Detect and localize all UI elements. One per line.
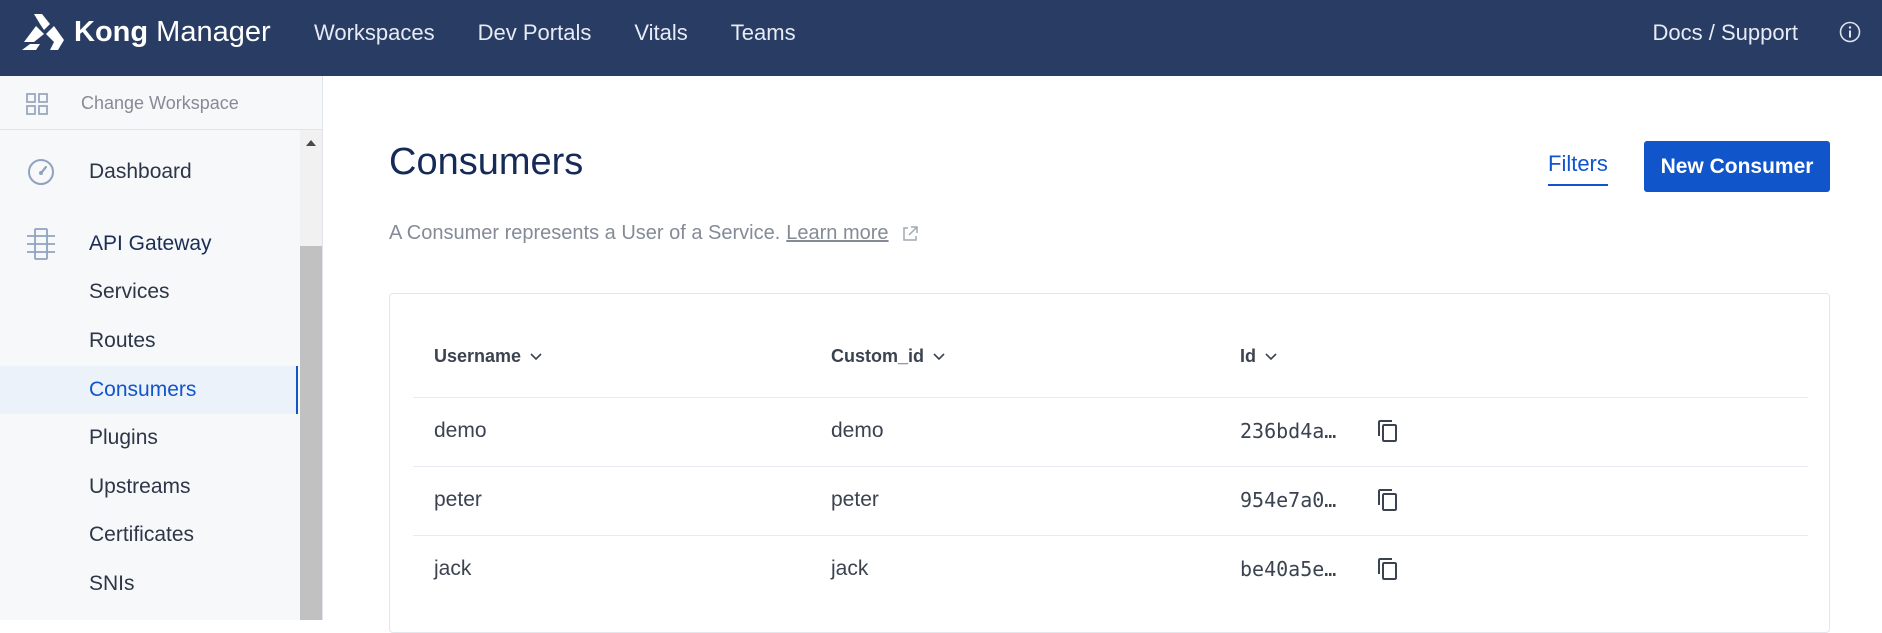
sidebar-item-label: Plugins (89, 426, 158, 449)
sidebar-item-plugins[interactable]: Plugins (0, 414, 298, 462)
change-workspace-label: Change Workspace (81, 93, 239, 113)
column-header-label: Id (1240, 346, 1256, 366)
nav-workspaces[interactable]: Workspaces (314, 20, 435, 46)
column-header-custom-id[interactable]: Custom_id (831, 346, 945, 367)
cell-username: jack (434, 557, 472, 580)
gauge-icon (28, 159, 54, 185)
sidebar-item-services[interactable]: Services (0, 268, 298, 316)
kong-logo-icon (22, 14, 64, 50)
table-row[interactable]: jack jack be40a5e… (413, 535, 1808, 604)
sidebar-item-label: Dashboard (89, 160, 192, 183)
table-row[interactable]: demo demo 236bd4a… (413, 397, 1808, 466)
sidebar-item-label: Upstreams (89, 475, 191, 498)
page-description: A Consumer represents a User of a Servic… (389, 222, 919, 245)
main-nav: Workspaces Dev Portals Vitals Teams (314, 0, 839, 66)
sidebar-item-dashboard[interactable]: Dashboard (0, 148, 298, 196)
sidebar-item-label: Consumers (89, 378, 197, 401)
column-header-label: Custom_id (831, 346, 925, 366)
table-row[interactable]: peter peter 954e7a0… (413, 466, 1808, 535)
sidebar-scrollbar-thumb[interactable] (300, 246, 322, 620)
chevron-down-icon (530, 352, 542, 360)
api-gateway-icon (27, 228, 55, 260)
sidebar-section-api-gateway[interactable]: API Gateway (0, 220, 298, 268)
external-link-icon[interactable] (901, 225, 919, 243)
chevron-down-icon (1265, 352, 1277, 360)
column-header-id[interactable]: Id (1240, 346, 1277, 367)
cell-username: demo (434, 419, 487, 442)
kong-logo[interactable]: Kong Manager (20, 12, 271, 52)
cell-custom-id: jack (831, 557, 869, 580)
chevron-down-icon (933, 352, 945, 360)
sidebar-item-label: Certificates (89, 523, 195, 546)
cell-id: be40a5e… (1240, 557, 1337, 581)
brand-bold: Kong (74, 15, 149, 48)
cell-custom-id: peter (831, 488, 879, 511)
sidebar-item-label: Routes (89, 329, 156, 352)
sidebar-item-snis[interactable]: SNIs (0, 560, 298, 608)
cell-id: 954e7a0… (1240, 488, 1337, 512)
sidebar-section-label: API Gateway (89, 232, 212, 255)
sidebar-item-label: Services (89, 280, 170, 303)
cell-custom-id: demo (831, 419, 884, 442)
scroll-up-arrow-icon[interactable] (306, 140, 316, 146)
copy-icon[interactable] (1376, 488, 1400, 512)
sidebar-item-label: SNIs (89, 572, 135, 595)
sidebar-item-upstreams[interactable]: Upstreams (0, 463, 298, 511)
nav-vitals[interactable]: Vitals (634, 20, 687, 46)
sidebar-item-consumers[interactable]: Consumers (0, 366, 298, 414)
consumers-table: Username Custom_id Id demo demo 236bd4a…… (389, 293, 1830, 633)
grid-icon (26, 93, 48, 115)
filters-button[interactable]: Filters (1548, 151, 1608, 186)
page-title: Consumers (389, 141, 584, 183)
description-text: A Consumer represents a User of a Servic… (389, 222, 781, 244)
nav-teams[interactable]: Teams (731, 20, 796, 46)
sidebar-item-routes[interactable]: Routes (0, 317, 298, 365)
learn-more-link[interactable]: Learn more (786, 222, 888, 245)
change-workspace-button[interactable]: Change Workspace (0, 76, 322, 130)
copy-icon[interactable] (1376, 557, 1400, 581)
column-header-username[interactable]: Username (434, 346, 542, 367)
sidebar: Change Workspace Dashboard API Gateway S… (0, 76, 323, 620)
docs-support-link[interactable]: Docs / Support (1652, 0, 1798, 66)
column-header-label: Username (434, 346, 522, 366)
top-navbar: Kong Manager Workspaces Dev Portals Vita… (0, 0, 1882, 76)
brand-light: Manager (156, 15, 271, 48)
new-consumer-button[interactable]: New Consumer (1644, 141, 1830, 192)
info-icon[interactable] (1838, 20, 1862, 44)
sidebar-item-certificates[interactable]: Certificates (0, 511, 298, 559)
nav-dev-portals[interactable]: Dev Portals (478, 20, 592, 46)
copy-icon[interactable] (1376, 419, 1400, 443)
cell-id: 236bd4a… (1240, 419, 1337, 443)
cell-username: peter (434, 488, 482, 511)
